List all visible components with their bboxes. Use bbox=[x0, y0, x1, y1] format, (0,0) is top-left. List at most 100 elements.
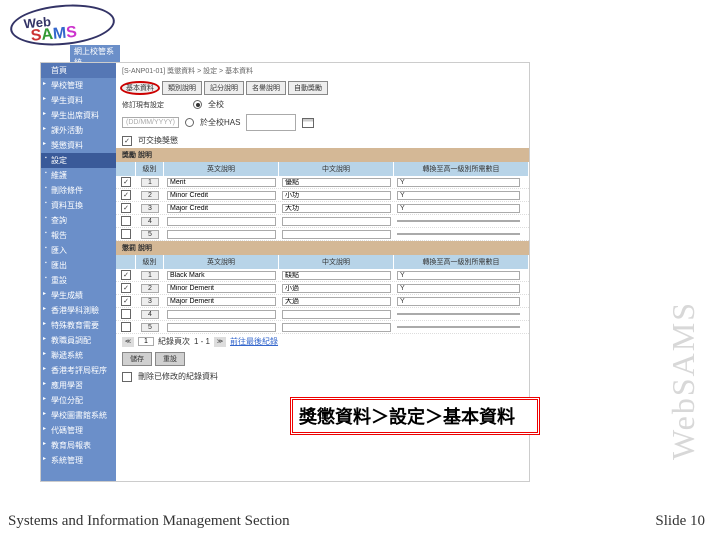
sidebar-item[interactable]: 代碼管理 bbox=[41, 423, 116, 438]
logo-sams: SAMS bbox=[30, 24, 78, 46]
reset-button[interactable]: 重設 bbox=[155, 352, 185, 366]
sidebar-item[interactable]: 系統管理 bbox=[41, 453, 116, 468]
sidebar-item[interactable]: 應用學習 bbox=[41, 378, 116, 393]
table-row: 5 bbox=[116, 321, 529, 334]
sidebar-item[interactable]: 聯遞系統 bbox=[41, 348, 116, 363]
sidebar-item[interactable]: 教育局報表 bbox=[41, 438, 116, 453]
date-label: 修訂現有設定 bbox=[122, 100, 187, 110]
row-checkbox[interactable] bbox=[121, 309, 131, 319]
row-checkbox[interactable] bbox=[121, 216, 131, 226]
en-input[interactable] bbox=[167, 230, 276, 239]
page-input[interactable] bbox=[138, 337, 154, 346]
level-box: 4 bbox=[141, 217, 159, 226]
conv-select[interactable]: Y bbox=[397, 271, 520, 280]
awards-grid-header: 級別 英文說明 中文說明 轉換至高一級別所需數目 bbox=[116, 162, 529, 176]
conv-select[interactable] bbox=[397, 326, 520, 328]
conv-select[interactable]: Y bbox=[397, 204, 520, 213]
row-checkbox[interactable] bbox=[121, 203, 131, 213]
conv-select[interactable]: Y bbox=[397, 284, 520, 293]
level-box: 3 bbox=[141, 204, 159, 213]
tab[interactable]: 基本資料 bbox=[120, 81, 160, 95]
level-box: 1 bbox=[141, 178, 159, 187]
sidebar-item[interactable]: 設定 bbox=[41, 153, 116, 168]
date-input[interactable]: (DD/MM/YYYY) bbox=[122, 117, 179, 128]
en-input[interactable] bbox=[167, 323, 276, 332]
row-checkbox[interactable] bbox=[121, 322, 131, 332]
row-checkbox[interactable] bbox=[121, 177, 131, 187]
tab[interactable]: 類別說明 bbox=[162, 81, 202, 95]
level-box: 3 bbox=[141, 297, 159, 306]
conv-select[interactable] bbox=[397, 233, 520, 235]
en-input[interactable] bbox=[167, 297, 276, 306]
tabs: 基本資料類別說明記分說明名譽說明自動獎勵 bbox=[116, 79, 529, 97]
goto-last[interactable]: 前往最後紀錄 bbox=[230, 336, 278, 347]
punish-grid-header: 級別 英文說明 中文說明 轉換至高一級別所需數目 bbox=[116, 255, 529, 269]
cn-input[interactable] bbox=[282, 230, 391, 239]
cn-input[interactable] bbox=[282, 297, 391, 306]
sidebar-item[interactable]: 學校管理 bbox=[41, 78, 116, 93]
cn-input[interactable] bbox=[282, 204, 391, 213]
en-input[interactable] bbox=[167, 310, 276, 319]
sidebar-item[interactable]: 學位分配 bbox=[41, 393, 116, 408]
conv-select[interactable] bbox=[397, 220, 520, 222]
sidebar-item[interactable]: 維護 bbox=[41, 168, 116, 183]
conv-checkbox[interactable] bbox=[122, 136, 132, 146]
conv-select[interactable]: Y bbox=[397, 297, 520, 306]
en-input[interactable] bbox=[167, 271, 276, 280]
calendar-icon[interactable] bbox=[302, 118, 314, 128]
sidebar-item[interactable]: 課外活動 bbox=[41, 123, 116, 138]
sidebar-item[interactable]: 香港考評局程序 bbox=[41, 363, 116, 378]
footer-right: Slide 10 bbox=[655, 513, 705, 530]
sidebar-item[interactable]: 學生成績 bbox=[41, 288, 116, 303]
cn-input[interactable] bbox=[282, 271, 391, 280]
row-checkbox[interactable] bbox=[121, 296, 131, 306]
sidebar-item[interactable]: 學生資料 bbox=[41, 93, 116, 108]
sidebar-item[interactable]: 重設 bbox=[41, 273, 116, 288]
tab[interactable]: 記分說明 bbox=[204, 81, 244, 95]
delete-checkbox[interactable] bbox=[122, 372, 132, 382]
sidebar-item[interactable]: 教職員調配 bbox=[41, 333, 116, 348]
sidebar-item[interactable]: 獎懲資料 bbox=[41, 138, 116, 153]
conv-select[interactable]: Y bbox=[397, 191, 520, 200]
conv-select[interactable]: Y bbox=[397, 178, 520, 187]
table-row: 3Y bbox=[116, 295, 529, 308]
tab[interactable]: 名譽說明 bbox=[246, 81, 286, 95]
tab[interactable]: 自動獎勵 bbox=[288, 81, 328, 95]
sidebar-item[interactable]: 特殊教育需要 bbox=[41, 318, 116, 333]
row-checkbox[interactable] bbox=[121, 270, 131, 280]
nav-last[interactable]: ≫ bbox=[214, 337, 226, 347]
level-box: 2 bbox=[141, 284, 159, 293]
sidebar-item[interactable]: 香港學科測驗 bbox=[41, 303, 116, 318]
cn-input[interactable] bbox=[282, 178, 391, 187]
en-input[interactable] bbox=[167, 284, 276, 293]
sidebar-item[interactable]: 匯出 bbox=[41, 258, 116, 273]
sidebar-item[interactable]: 報告 bbox=[41, 228, 116, 243]
save-button[interactable]: 儲存 bbox=[122, 352, 152, 366]
cn-input[interactable] bbox=[282, 284, 391, 293]
sidebar-item[interactable]: 匯入 bbox=[41, 243, 116, 258]
radio-has[interactable] bbox=[185, 118, 194, 127]
sidebar-item[interactable]: 首頁 bbox=[41, 63, 116, 78]
nav-first[interactable]: ≪ bbox=[122, 337, 134, 347]
en-input[interactable] bbox=[167, 191, 276, 200]
cn-input[interactable] bbox=[282, 191, 391, 200]
en-input[interactable] bbox=[167, 204, 276, 213]
row-checkbox[interactable] bbox=[121, 190, 131, 200]
sidebar-item[interactable]: 刪除條件 bbox=[41, 183, 116, 198]
row-checkbox[interactable] bbox=[121, 229, 131, 239]
sidebar-item[interactable]: 學校圖書館系統 bbox=[41, 408, 116, 423]
en-input[interactable] bbox=[167, 217, 276, 226]
radio-all[interactable] bbox=[193, 100, 202, 109]
table-row: 2Y bbox=[116, 282, 529, 295]
sidebar-item[interactable]: 學生出席資料 bbox=[41, 108, 116, 123]
conv-select[interactable] bbox=[397, 313, 520, 315]
cn-input[interactable] bbox=[282, 217, 391, 226]
sidebar-item[interactable]: 資料互換 bbox=[41, 198, 116, 213]
has-input[interactable] bbox=[246, 114, 296, 131]
cn-input[interactable] bbox=[282, 323, 391, 332]
row-checkbox[interactable] bbox=[121, 283, 131, 293]
nav-of: 1 - 1 bbox=[194, 337, 210, 346]
cn-input[interactable] bbox=[282, 310, 391, 319]
sidebar-item[interactable]: 查詢 bbox=[41, 213, 116, 228]
en-input[interactable] bbox=[167, 178, 276, 187]
